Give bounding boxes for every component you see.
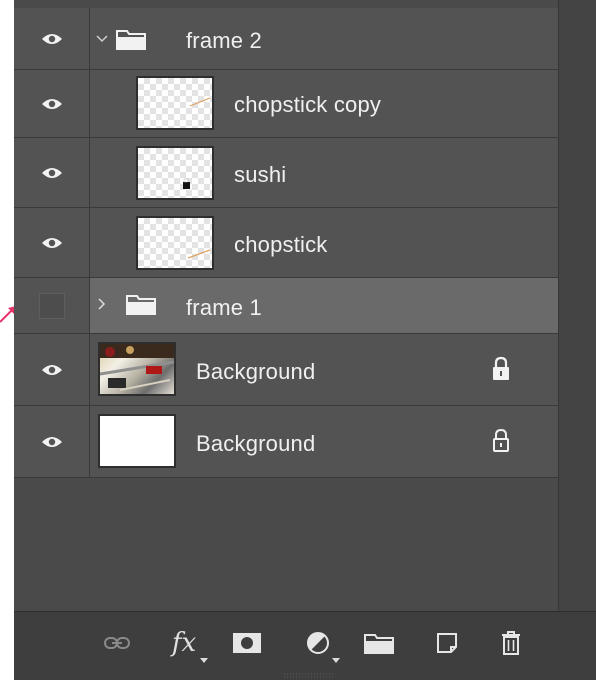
layer-row-background-photo[interactable]: Background bbox=[14, 334, 558, 406]
visibility-toggle[interactable] bbox=[14, 334, 90, 405]
link-layers-button[interactable] bbox=[100, 626, 134, 660]
panel-scroll-strip[interactable] bbox=[558, 0, 596, 611]
layer-thumbnail bbox=[136, 216, 214, 270]
layer-name: frame 2 bbox=[186, 28, 262, 53]
delete-layer-button[interactable] bbox=[494, 626, 528, 660]
layer-name: chopstick copy bbox=[234, 92, 382, 117]
layer-name: sushi bbox=[234, 162, 287, 187]
layer-row-frame-1[interactable]: frame 1 bbox=[14, 278, 558, 334]
new-layer-button[interactable] bbox=[430, 626, 464, 660]
add-mask-button[interactable] bbox=[230, 626, 264, 660]
new-layer-icon bbox=[437, 633, 457, 653]
visibility-toggle[interactable] bbox=[14, 278, 90, 333]
dropdown-triangle-icon bbox=[200, 658, 208, 663]
layer-name: Background bbox=[196, 359, 316, 384]
adjustment-layer-button[interactable] bbox=[298, 626, 340, 663]
layers-list: frame 2 chopstick copy sushi chopstick f… bbox=[14, 0, 558, 611]
adjustment-layer-icon bbox=[307, 632, 329, 654]
layer-row-chopstick[interactable]: chopstick bbox=[14, 208, 558, 278]
dropdown-triangle-icon bbox=[332, 658, 340, 663]
new-group-button[interactable] bbox=[362, 626, 396, 660]
layer-name: chopstick bbox=[234, 232, 328, 257]
visibility-toggle[interactable] bbox=[14, 406, 90, 477]
visibility-toggle[interactable] bbox=[14, 208, 90, 277]
chevron-right-icon[interactable] bbox=[96, 298, 108, 310]
link-layers-icon bbox=[104, 637, 130, 649]
layer-row-chopstick-copy[interactable]: chopstick copy bbox=[14, 70, 558, 138]
lock-icon[interactable] bbox=[490, 356, 512, 382]
visibility-toggle[interactable] bbox=[14, 8, 90, 69]
layer-thumbnail-white bbox=[98, 414, 176, 468]
delete-icon bbox=[502, 631, 520, 655]
lock-outline-icon[interactable] bbox=[490, 428, 512, 454]
layer-style-button[interactable]: fx bbox=[164, 626, 208, 663]
eye-icon bbox=[41, 167, 62, 178]
layer-thumbnail bbox=[136, 76, 214, 130]
eye-icon bbox=[41, 98, 62, 109]
folder-icon bbox=[126, 295, 156, 315]
eye-icon bbox=[41, 364, 62, 375]
resize-grip[interactable] bbox=[284, 672, 334, 678]
new-group-icon bbox=[364, 634, 394, 654]
layers-panel: frame 2 chopstick copy sushi chopstick f… bbox=[14, 0, 596, 680]
visibility-empty-box[interactable] bbox=[38, 292, 65, 319]
layer-thumbnail-photo bbox=[98, 342, 176, 396]
visibility-toggle[interactable] bbox=[14, 138, 90, 207]
layers-toolbar: fx bbox=[14, 611, 596, 680]
visibility-toggle[interactable] bbox=[14, 70, 90, 137]
layer-name: Background bbox=[196, 431, 316, 456]
layer-row-sushi[interactable]: sushi bbox=[14, 138, 558, 208]
chevron-down-icon[interactable] bbox=[96, 33, 108, 45]
layer-thumbnail bbox=[136, 146, 214, 200]
eye-icon bbox=[41, 436, 62, 447]
layer-name: frame 1 bbox=[186, 295, 262, 320]
layer-row-frame-2[interactable]: frame 2 bbox=[14, 8, 558, 70]
eye-icon bbox=[41, 33, 62, 44]
folder-icon bbox=[116, 30, 146, 50]
layer-row-background-white[interactable]: Background bbox=[14, 406, 558, 478]
eye-icon bbox=[41, 237, 62, 248]
layer-mask-icon bbox=[233, 633, 261, 653]
fx-icon: fx bbox=[171, 628, 197, 658]
